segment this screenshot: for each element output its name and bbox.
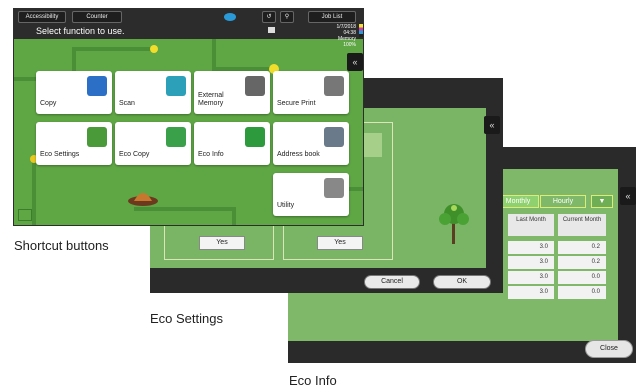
eco-mode-indicator-icon [18, 209, 32, 221]
collapse-panel-button[interactable]: « [347, 53, 363, 71]
close-button[interactable]: Close [585, 340, 633, 358]
hedgehog-mascot-icon [128, 193, 158, 206]
tile-label: Secure Print [277, 100, 316, 107]
counter-button[interactable]: Counter [72, 11, 122, 23]
shortcut-tile-utility[interactable]: Utility [273, 173, 349, 216]
top-bar: Accessibility Counter ↺ ⚲ Job List Selec… [14, 9, 363, 48]
tile-label: Eco Copy [119, 151, 150, 158]
column-header-current-month: Current Month [558, 214, 606, 236]
dropdown-button[interactable]: ▼ [591, 195, 613, 208]
secure-print-icon [324, 76, 344, 96]
usb-memory-icon [245, 76, 265, 96]
tile-label: Utility [277, 202, 295, 209]
eco-settings-icon [87, 127, 107, 147]
cancel-button[interactable]: Cancel [364, 275, 420, 289]
shortcut-buttons-screen: Accessibility Counter ↺ ⚲ Job List Selec… [13, 8, 364, 226]
printer-status-icon [268, 27, 275, 33]
ok-button[interactable]: OK [433, 275, 491, 289]
column-header-last-month: Last Month [508, 214, 554, 236]
eco-info-icon [245, 127, 265, 147]
yes-button-left[interactable]: Yes [199, 236, 245, 250]
clock-memory-readout: 1/7/2018 04:38 Memory 100% [306, 24, 356, 48]
tab-monthly[interactable]: Monthly [497, 195, 539, 208]
accessibility-button[interactable]: Accessibility [18, 11, 66, 23]
last-month-cell: 3.0 [508, 271, 554, 284]
copy-icon [87, 76, 107, 96]
history-icon[interactable]: ↺ [262, 11, 276, 23]
double-chevron-left-icon: « [489, 120, 495, 130]
utility-gear-icon [324, 178, 344, 198]
shortcut-tile-eco-settings[interactable]: Eco Settings [36, 122, 112, 165]
double-chevron-left-icon: « [352, 57, 358, 67]
current-month-cell: 0.0 [558, 271, 606, 284]
tile-label: External Memory [198, 92, 224, 107]
current-month-cell: 0.2 [558, 256, 606, 269]
shortcut-tile-scan[interactable]: Scan [115, 71, 191, 114]
last-month-cell: 3.0 [508, 241, 554, 254]
eco-copy-icon [166, 127, 186, 147]
tile-label: Eco Settings [40, 151, 80, 158]
tile-label: Eco Info [198, 151, 224, 158]
double-chevron-left-icon: « [625, 191, 631, 201]
memory-value: 100% [343, 42, 356, 48]
current-month-cell: 0.0 [558, 286, 606, 299]
caption-shortcut-buttons: Shortcut buttons [14, 238, 109, 253]
shortcut-tile-eco-info[interactable]: Eco Info [194, 122, 270, 165]
tile-label: Copy [40, 100, 57, 107]
search-icon[interactable]: ⚲ [280, 11, 294, 23]
collapse-panel-button[interactable]: « [620, 187, 636, 205]
select-function-prompt: Select function to use. [36, 26, 125, 36]
eco-tree-icon [439, 204, 469, 244]
tile-label: Scan [119, 100, 135, 107]
job-list-button[interactable]: Job List [308, 11, 356, 23]
shortcut-tile-address-book[interactable]: Address book [273, 122, 349, 165]
address-book-icon [324, 127, 344, 147]
last-month-cell: 3.0 [508, 256, 554, 269]
last-month-cell: 3.0 [508, 286, 554, 299]
toner-level-icon [359, 24, 363, 37]
shortcut-tile-copy[interactable]: Copy [36, 71, 112, 114]
current-month-cell: 0.2 [558, 241, 606, 254]
chevron-down-icon: ▼ [598, 198, 606, 205]
tile-label: Address book [277, 151, 320, 158]
shortcut-tile-eco-copy[interactable]: Eco Copy [115, 122, 191, 165]
yes-button-right[interactable]: Yes [317, 236, 363, 250]
tab-hourly[interactable]: Hourly [540, 195, 586, 208]
shortcut-tile-secure-print[interactable]: Secure Print [273, 71, 349, 114]
caption-eco-settings: Eco Settings [150, 311, 223, 326]
scan-icon [166, 76, 186, 96]
caption-eco-info: Eco Info [289, 373, 337, 388]
bird-icon [224, 13, 236, 21]
shortcut-tile-external-memory[interactable]: External Memory [194, 71, 270, 114]
collapse-panel-button[interactable]: « [484, 116, 500, 134]
